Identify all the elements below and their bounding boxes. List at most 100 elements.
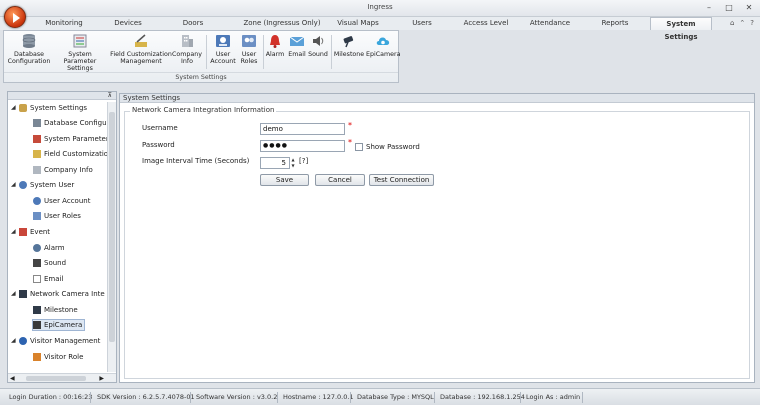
- minimize-ribbon-icon[interactable]: ⌃: [739, 19, 745, 27]
- user-account-icon: [216, 35, 230, 47]
- cancel-button[interactable]: Cancel: [315, 174, 365, 186]
- main-content-panel: System Settings Network Camera Integrati…: [119, 93, 755, 383]
- password-label: Password: [142, 141, 175, 149]
- tab-zone[interactable]: Zone (Ingressus Only): [236, 17, 328, 30]
- database-configuration-button[interactable]: Database Configuration: [6, 33, 52, 65]
- tree-node-visitor-management[interactable]: ◢ Visitor Management: [11, 335, 100, 347]
- status-bar: Login Duration : 00:16:23 SDK Version : …: [0, 388, 760, 405]
- tree-node-milestone[interactable]: Milestone: [33, 304, 78, 316]
- settings-tree: ◢System Settings Database Configurat Sys…: [8, 102, 108, 372]
- tab-system-settings[interactable]: System Settings: [650, 17, 712, 41]
- tab-doors[interactable]: Doors: [172, 17, 214, 30]
- username-input[interactable]: demo: [260, 123, 345, 135]
- user-account-button[interactable]: User Account: [208, 33, 238, 65]
- tree-node-field-customization[interactable]: Field Customization M: [33, 148, 108, 160]
- tree-vertical-scrollbar[interactable]: [107, 102, 116, 372]
- scroll-right-icon[interactable]: ▶: [99, 375, 104, 382]
- tree-node-system-parameter[interactable]: System Parameter Se: [33, 133, 108, 145]
- tab-reports[interactable]: Reports: [590, 17, 640, 30]
- home-icon[interactable]: ⌂: [730, 19, 734, 27]
- minimize-button[interactable]: –: [702, 2, 716, 13]
- test-connection-button[interactable]: Test Connection: [369, 174, 434, 186]
- status-login-as: Login As : admin: [526, 393, 581, 401]
- interval-input[interactable]: 5: [260, 157, 290, 169]
- system-parameter-settings-button[interactable]: System Parameter Settings: [52, 33, 108, 72]
- epicamera-icon: [376, 37, 390, 45]
- window-title: Ingress: [367, 3, 393, 11]
- epicamera-button[interactable]: EpiCamera: [366, 33, 400, 58]
- settings-gear-icon: [19, 104, 27, 112]
- user-account-icon: [33, 197, 41, 205]
- tree-node-alarm[interactable]: Alarm: [33, 242, 65, 254]
- company-building-icon: [33, 166, 41, 174]
- sound-icon: [33, 259, 41, 267]
- tab-monitoring[interactable]: Monitoring: [36, 17, 92, 30]
- maximize-button[interactable]: □: [722, 2, 736, 13]
- visitor-management-icon: [19, 337, 27, 345]
- status-hostname: Hostname : 127.0.0.1: [283, 393, 354, 401]
- tree-node-system-settings[interactable]: ◢ System Settings: [11, 102, 87, 114]
- tab-access-level[interactable]: Access Level: [458, 17, 514, 30]
- tree-node-visitor-role[interactable]: Visitor Role: [33, 351, 83, 363]
- tab-devices[interactable]: Devices: [104, 17, 152, 30]
- alarm-button[interactable]: Alarm: [264, 33, 286, 58]
- save-button[interactable]: Save: [260, 174, 309, 186]
- navigation-tree-panel: ⊼ ◢System Settings Database Configurat S…: [7, 91, 117, 383]
- status-database-type: Database Type : MYSQL: [357, 393, 434, 401]
- tree-node-email[interactable]: Email: [33, 273, 63, 285]
- tree-node-epicamera[interactable]: EpiCamera: [32, 319, 86, 331]
- tree-node-user-roles[interactable]: User Roles: [33, 210, 81, 222]
- status-database: Database : 192.168.1.254: [440, 393, 525, 401]
- system-user-icon: [19, 181, 27, 189]
- alarm-icon: [270, 35, 280, 48]
- field-customization-button[interactable]: Field Customization Management: [108, 33, 174, 65]
- network-camera-icon: [19, 290, 27, 298]
- company-info-button[interactable]: Company Info: [172, 33, 202, 65]
- tree-node-system-user[interactable]: ◢ System User: [11, 179, 74, 191]
- close-button[interactable]: ✕: [742, 2, 756, 13]
- parameter-settings-icon: [73, 34, 87, 48]
- ribbon-tab-bar: Monitoring Devices Doors Zone (Ingressus…: [0, 17, 760, 41]
- tab-visual-maps[interactable]: Visual Maps: [330, 17, 386, 30]
- tab-users[interactable]: Users: [400, 17, 444, 30]
- interval-stepper[interactable]: ▲ ▼: [290, 157, 296, 169]
- email-button[interactable]: Email: [286, 33, 308, 58]
- sound-button[interactable]: Sound: [307, 33, 329, 58]
- email-icon: [289, 36, 305, 46]
- interval-label: Image Interval Time (Seconds): [142, 157, 250, 165]
- tree-node-event[interactable]: ◢ Event: [11, 226, 50, 238]
- event-calendar-icon: [19, 228, 27, 236]
- tree-node-company-info[interactable]: Company Info: [33, 164, 93, 176]
- milestone-camera-icon: [343, 36, 354, 48]
- tree-node-database-configuration[interactable]: Database Configurat: [33, 117, 108, 129]
- group-title: Network Camera Integration Information: [130, 106, 277, 114]
- tree-node-user-account[interactable]: User Account: [33, 195, 90, 207]
- milestone-camera-icon: [33, 306, 41, 314]
- show-password-checkbox[interactable]: [355, 143, 363, 151]
- parameter-settings-icon: [33, 135, 41, 143]
- help-icon[interactable]: ?: [750, 19, 754, 27]
- ribbon-group-label: System Settings: [4, 72, 398, 81]
- tree-node-network-camera[interactable]: ◢ Network Camera Inte: [11, 288, 105, 300]
- title-bar: Ingress – □ ✕: [0, 0, 760, 17]
- tree-horizontal-scrollbar[interactable]: ◀ ▶: [8, 373, 116, 382]
- alarm-clock-icon: [33, 244, 41, 252]
- company-building-icon: [182, 35, 193, 47]
- username-required-mark: *: [348, 121, 352, 130]
- user-roles-button[interactable]: User Roles: [236, 33, 262, 65]
- milestone-button[interactable]: Milestone: [332, 33, 366, 58]
- password-input[interactable]: ●●●●: [260, 140, 345, 152]
- field-customization-icon: [33, 150, 41, 158]
- tab-attendance[interactable]: Attendance: [524, 17, 576, 30]
- content-header: System Settings: [120, 94, 754, 103]
- password-required-mark: *: [348, 138, 352, 147]
- database-icon: [33, 119, 41, 127]
- database-icon: [22, 34, 36, 48]
- show-password-label: Show Password: [366, 143, 420, 151]
- app-menu-orb-icon[interactable]: [4, 6, 26, 28]
- scroll-left-icon[interactable]: ◀: [10, 375, 15, 382]
- epicamera-icon: [33, 321, 41, 329]
- pin-icon[interactable]: ⊼: [108, 92, 112, 99]
- status-software-version: Software Version : v3.0.2: [196, 393, 278, 401]
- tree-node-sound[interactable]: Sound: [33, 257, 66, 269]
